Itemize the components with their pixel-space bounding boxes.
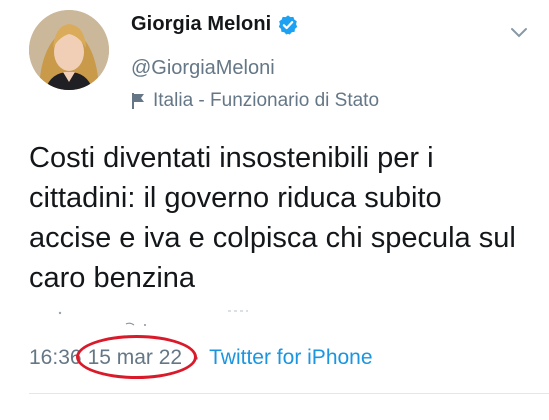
tweet-time[interactable]: 16:36 <box>29 346 82 370</box>
author-name-row: Giorgia Meloni <box>131 13 299 36</box>
scan-artifact-marks <box>58 310 248 326</box>
tweet-source-link[interactable]: Twitter for iPhone <box>209 346 372 370</box>
tweet-meta: 16:36 15 mar 22 · Twitter for iPhone <box>29 335 373 379</box>
tweet-text: Costi diventati insostenibili per i citt… <box>29 142 516 294</box>
flag-icon <box>131 92 145 110</box>
divider <box>29 393 549 394</box>
red-circle-annotation <box>75 335 197 379</box>
author-display-name[interactable]: Giorgia Meloni <box>131 13 271 36</box>
account-label-text: Italia - Funzionario di Stato <box>153 90 380 111</box>
chevron-down-icon[interactable] <box>510 26 528 38</box>
account-label[interactable]: Italia - Funzionario di Stato <box>131 90 379 112</box>
avatar-photo <box>29 10 109 90</box>
tweet-date-wrapper: 15 mar 22 <box>75 335 197 379</box>
verified-badge-icon <box>277 14 299 36</box>
avatar[interactable] <box>29 10 109 90</box>
author-handle[interactable]: @GiorgiaMeloni <box>131 57 275 80</box>
